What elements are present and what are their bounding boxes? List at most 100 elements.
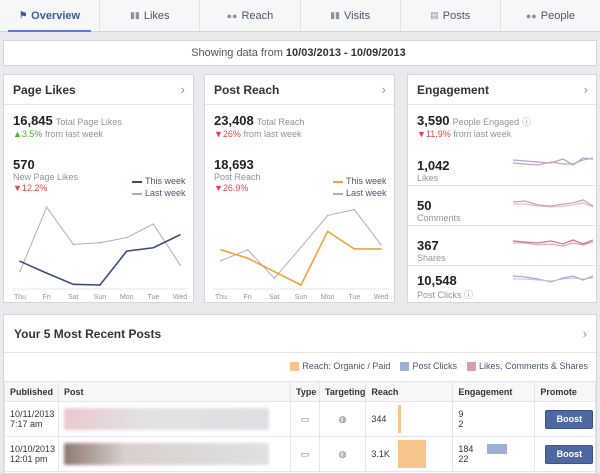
post-clicks-sparkline: [512, 275, 594, 283]
data-point: [72, 243, 75, 246]
clicks-bar: [487, 444, 508, 454]
engagement-item-post-clicks: 10,548 Post Clicks ⓘ: [408, 266, 597, 306]
engaged-change: ▼11.9%: [417, 129, 451, 139]
x-tick-label: Sun: [295, 294, 308, 301]
column-header[interactable]: Engagement: [452, 381, 536, 402]
engagement-list: 1,042 Likes 50 Comments 367 Shares 10,54…: [408, 146, 597, 303]
column-header[interactable]: Type: [290, 381, 320, 402]
eng-value: 50: [417, 198, 432, 213]
tab-label: Overview: [31, 9, 81, 22]
info-icon[interactable]: ⓘ: [464, 290, 473, 300]
data-point: [300, 284, 302, 286]
legend-item: Post Clicks: [412, 361, 457, 371]
post-thumbnail-blurred[interactable]: [64, 443, 269, 465]
published-date: 10/10/2013: [10, 444, 56, 454]
reach-value: 344: [371, 414, 387, 424]
tab-reach[interactable]: ●● Reach: [200, 0, 301, 31]
tab-label: People: [540, 9, 576, 22]
data-point: [152, 246, 155, 249]
tab-label: Reach: [241, 9, 274, 22]
table-row[interactable]: 10/11/2013 7:17 am ▭ ◍ 344 92 Boost: [4, 401, 596, 437]
people-engaged: 3,590: [417, 113, 450, 128]
info-icon[interactable]: ⓘ: [522, 117, 531, 127]
data-point: [152, 223, 155, 225]
post-reach-card: Post Reach › 23,408 Total Reach ▼26% from…: [204, 74, 395, 303]
series-line-this-week: [220, 230, 381, 287]
data-point: [179, 234, 181, 236]
post-thumbnail-blurred[interactable]: [64, 408, 269, 430]
data-point: [246, 257, 249, 259]
people-engaged-label: People Engaged: [452, 117, 520, 127]
data-point: [179, 263, 181, 266]
eng-value: 10,548: [417, 273, 457, 288]
card-title: Engagement: [417, 82, 490, 97]
data-point: [72, 283, 75, 286]
published-time: 7:17 am: [10, 419, 43, 429]
tab-bar: ⚑ Overview ▮▮ Likes ●● Reach ▮▮ Visits ▤ Post…: [0, 0, 600, 32]
bar-chart-icon: ▮▮: [330, 10, 340, 20]
people-icon: ●●: [525, 10, 537, 21]
bar-chart-icon: ▮▮: [129, 10, 140, 20]
post-type-icon: ▭: [290, 401, 320, 437]
data-point: [326, 214, 329, 217]
eng-label: Comments: [417, 213, 461, 223]
boost-button[interactable]: Boost: [545, 409, 594, 429]
shares-sparkline: [512, 239, 594, 247]
x-tick-label: Thu: [215, 294, 227, 301]
engagement-item-shares: 367 Shares: [408, 226, 597, 266]
data-point: [19, 260, 21, 263]
reach-value: 3.1K: [371, 449, 390, 459]
column-header[interactable]: Promote: [534, 381, 596, 402]
chevron-right-icon[interactable]: ›: [583, 326, 587, 341]
people-icon: ●●: [226, 10, 238, 21]
date-range-prefix: Showing data from: [191, 47, 283, 59]
boost-button[interactable]: Boost: [545, 444, 594, 464]
tab-posts[interactable]: ▤ Posts: [401, 0, 501, 31]
likes-sparkline: [512, 157, 594, 166]
engagement-item-likes: 1,042 Likes: [408, 146, 597, 186]
globe-icon: ◍: [318, 436, 367, 472]
data-point: [300, 246, 302, 249]
x-tick-label: Wed: [173, 294, 187, 301]
post-type-icon: ▭: [290, 436, 320, 472]
data-point: [19, 270, 21, 273]
engagement-likes: 2: [458, 419, 464, 429]
column-header[interactable]: Published: [4, 381, 59, 402]
series-line-last-week: [220, 209, 382, 280]
column-header[interactable]: Reach: [365, 381, 454, 402]
data-point: [380, 243, 382, 246]
data-point: [99, 241, 101, 244]
x-tick-label: Sat: [269, 294, 280, 301]
page-likes-card: Page Likes › 16,845 Total Page Likes ▲3.5…: [3, 74, 194, 303]
eng-value: 1,042: [417, 158, 450, 173]
x-tick-label: Fri: [43, 294, 52, 301]
column-header[interactable]: Post: [58, 381, 291, 402]
reach-bar: [398, 440, 427, 468]
engagement-header[interactable]: Engagement ›: [408, 75, 596, 105]
eng-label: Likes: [417, 173, 439, 183]
eng-value: 367: [417, 238, 439, 253]
x-tick-label: Sat: [68, 294, 79, 301]
data-point: [45, 272, 48, 274]
series-line-last-week: [19, 206, 181, 272]
table-row[interactable]: 10/10/2013 12:01 pm ▭ ◍ 3.1K 184 22 Boost: [4, 436, 596, 472]
tab-visits[interactable]: ▮▮ Visits: [301, 0, 401, 31]
recent-posts-panel: Your 5 Most Recent Posts › Reach: Organic…: [3, 314, 597, 474]
posts-table: Published Post Type Targeting Reach Enga…: [4, 381, 596, 472]
column-header[interactable]: Targeting: [318, 381, 367, 402]
x-tick-label: Mon: [120, 294, 134, 301]
data-point: [353, 248, 356, 250]
tab-likes[interactable]: ▮▮ Likes: [100, 0, 201, 31]
recent-posts-header[interactable]: Your 5 Most Recent Posts ›: [4, 315, 596, 353]
legend-swatch: [400, 362, 410, 372]
reach-bar: [398, 405, 402, 433]
data-point: [45, 206, 48, 208]
chevron-right-icon[interactable]: ›: [584, 82, 588, 97]
tab-overview[interactable]: ⚑ Overview: [0, 0, 101, 32]
document-icon: ▤: [430, 10, 439, 20]
engagement-card: Engagement › 3,590 People Engaged ⓘ ▼11.9…: [407, 74, 597, 303]
section-title: Your 5 Most Recent Posts: [14, 326, 162, 341]
tab-people[interactable]: ●● People: [501, 0, 600, 31]
posts-legend: Reach: Organic / Paid Post Clicks Likes,…: [290, 361, 588, 372]
date-range-value: 10/03/2013 - 10/09/2013: [285, 47, 406, 59]
